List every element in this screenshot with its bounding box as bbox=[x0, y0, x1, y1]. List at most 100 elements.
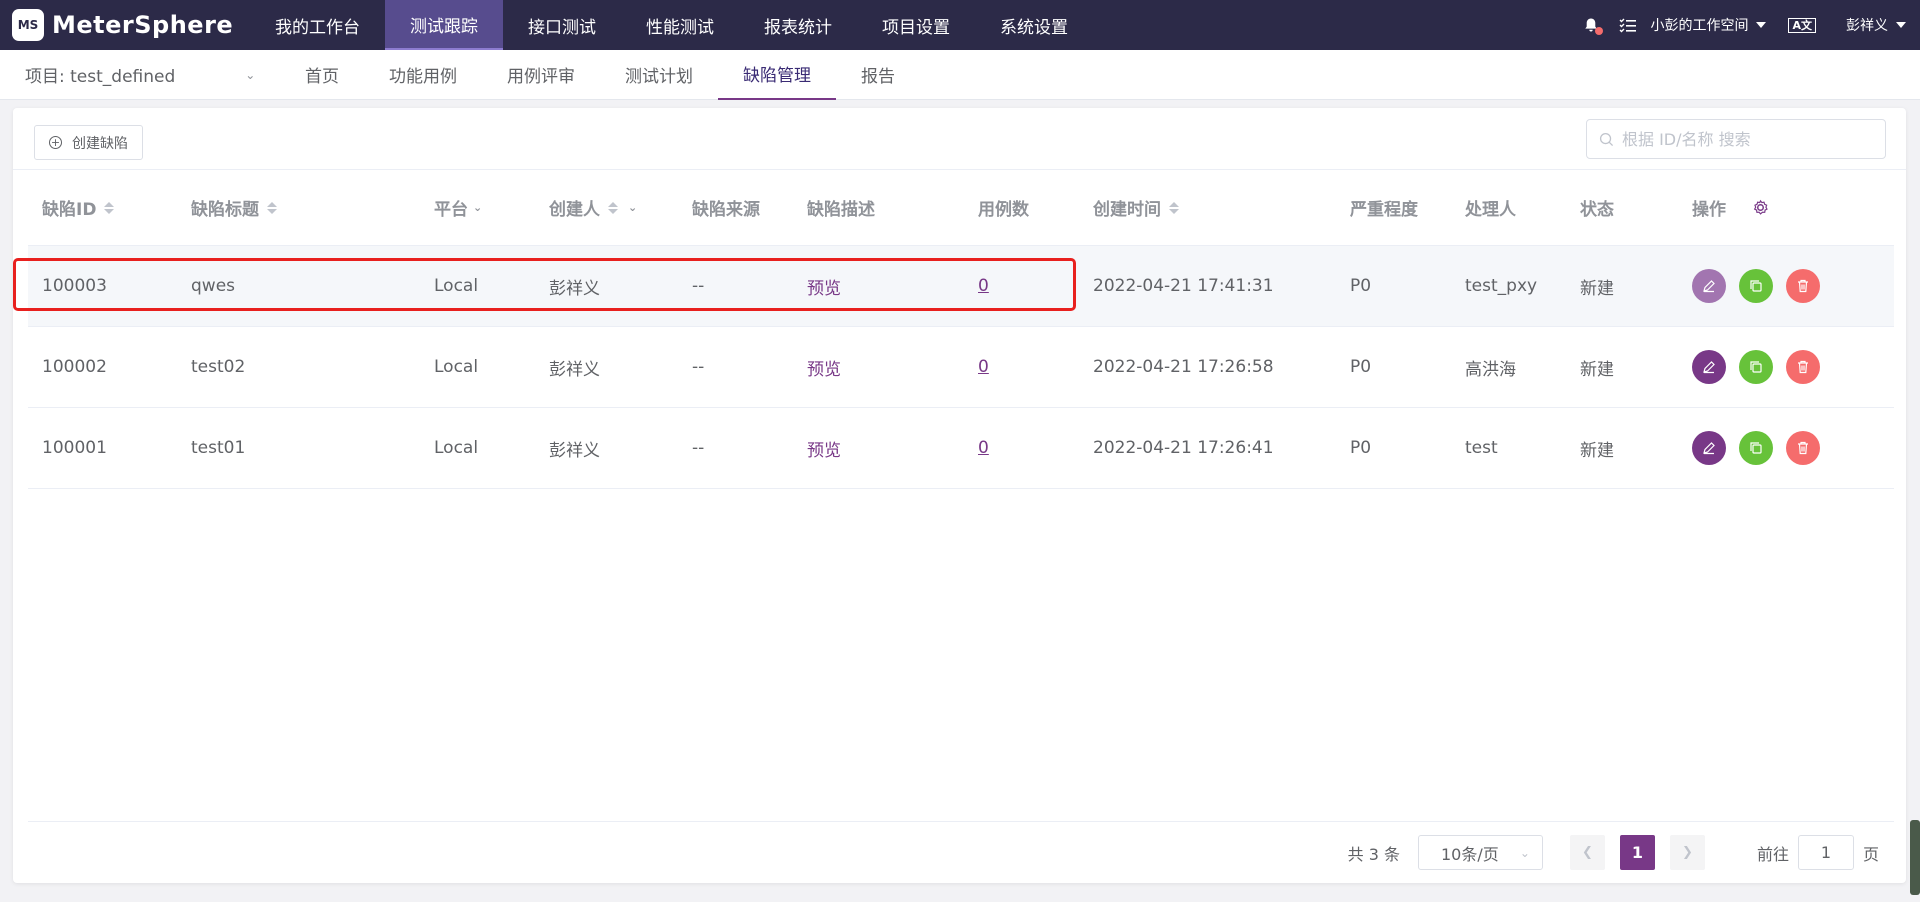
trash-icon bbox=[1798, 279, 1808, 293]
chevron-left-icon: ❮ bbox=[1582, 845, 1593, 860]
tab-home[interactable]: 首页 bbox=[280, 50, 364, 100]
next-page-button[interactable]: ❯ bbox=[1669, 835, 1705, 870]
goto-page: 前往 页 bbox=[1757, 835, 1879, 870]
cell-defect-title: qwes bbox=[191, 276, 236, 296]
header-right: 小彭的工作空间 A文 彭祥义 bbox=[1583, 0, 1920, 50]
tab-test-plan[interactable]: 测试计划 bbox=[600, 50, 718, 100]
task-list-icon[interactable] bbox=[1619, 18, 1637, 33]
goto-page-input[interactable] bbox=[1797, 835, 1854, 870]
col-defect-id[interactable]: 缺陷ID bbox=[28, 195, 177, 220]
tab-defect-management[interactable]: 缺陷管理 bbox=[718, 50, 836, 100]
cell-severity: P0 bbox=[1350, 276, 1372, 296]
pagination-total: 共 3 条 bbox=[1347, 844, 1400, 864]
copy-button[interactable] bbox=[1739, 350, 1773, 384]
user-menu[interactable]: 彭祥义 bbox=[1846, 15, 1906, 35]
cell-status: 新建 bbox=[1580, 359, 1614, 380]
notification-bell-icon[interactable] bbox=[1583, 17, 1604, 35]
main-nav-performance-test[interactable]: 性能测试 bbox=[621, 0, 739, 50]
table-row[interactable]: 100003 qwes Local 彭祥义 -- 预览 0 2022-04-21… bbox=[28, 246, 1894, 327]
cell-created-time: 2022-04-21 17:41:31 bbox=[1093, 276, 1274, 296]
main-nav: 我的工作台 测试跟踪 接口测试 性能测试 报表统计 项目设置 系统设置 bbox=[250, 0, 1093, 50]
edit-button[interactable] bbox=[1692, 431, 1726, 465]
cell-case-count: 0 bbox=[964, 438, 1079, 458]
tab-case-review[interactable]: 用例评审 bbox=[482, 50, 600, 100]
edit-button[interactable] bbox=[1692, 350, 1726, 384]
top-header: MS MeterSphere 我的工作台 测试跟踪 接口测试 性能测试 报表统计… bbox=[0, 0, 1920, 50]
tab-functional-cases[interactable]: 功能用例 bbox=[364, 50, 482, 100]
app-logo[interactable]: MS MeterSphere bbox=[0, 0, 250, 50]
cell-creator: 彭祥义 bbox=[549, 359, 600, 380]
col-defect-description: 缺陷描述 bbox=[807, 200, 875, 220]
col-created-time[interactable]: 创建时间 bbox=[1079, 195, 1336, 220]
delete-button[interactable] bbox=[1786, 269, 1820, 303]
col-case-count: 用例数 bbox=[978, 200, 1029, 220]
table-header: 缺陷ID 缺陷标题 平台 ⌄ 创建人 ⌄ 缺陷来源 缺陷描述 用例数 创建时间 严重… bbox=[28, 170, 1894, 246]
sort-icon[interactable] bbox=[267, 201, 277, 214]
copy-button[interactable] bbox=[1739, 431, 1773, 465]
copy-icon bbox=[1750, 442, 1762, 454]
case-count-link[interactable]: 0 bbox=[978, 276, 989, 296]
cell-operations bbox=[1678, 431, 1894, 465]
create-defect-button[interactable]: + 创建缺陷 bbox=[34, 125, 143, 160]
edit-icon bbox=[1703, 361, 1715, 374]
gear-icon[interactable] bbox=[1752, 199, 1769, 216]
edit-button[interactable] bbox=[1692, 269, 1726, 303]
main-nav-project-settings[interactable]: 项目设置 bbox=[857, 0, 975, 50]
project-select[interactable]: 项目: test_defined ⌄ bbox=[0, 62, 270, 87]
preview-link[interactable]: 预览 bbox=[807, 360, 841, 380]
prev-page-button[interactable]: ❮ bbox=[1569, 835, 1605, 870]
sort-icon[interactable] bbox=[1169, 201, 1179, 214]
workspace-switcher[interactable]: 小彭的工作空间 bbox=[1650, 15, 1767, 35]
col-defect-title[interactable]: 缺陷标题 bbox=[177, 195, 420, 220]
cell-status: 新建 bbox=[1580, 440, 1614, 461]
sort-icon[interactable] bbox=[608, 201, 618, 214]
side-widget-handle[interactable] bbox=[1910, 820, 1920, 895]
col-platform[interactable]: 平台 ⌄ bbox=[420, 195, 535, 220]
filter-chevron-icon[interactable]: ⌄ bbox=[628, 201, 637, 214]
user-name: 彭祥义 bbox=[1846, 18, 1888, 34]
cell-handler: 高洪海 bbox=[1465, 359, 1516, 380]
main-nav-test-track[interactable]: 测试跟踪 bbox=[385, 0, 503, 50]
tab-report[interactable]: 报告 bbox=[836, 50, 920, 100]
card-toolbar: + 创建缺陷 bbox=[13, 108, 1906, 170]
search-input[interactable] bbox=[1622, 129, 1872, 149]
project-select-label: 项目: test_defined bbox=[25, 67, 176, 87]
main-nav-workbench[interactable]: 我的工作台 bbox=[250, 0, 385, 50]
col-creator[interactable]: 创建人 ⌄ bbox=[535, 195, 678, 220]
cell-defect-id: 100003 bbox=[42, 276, 107, 296]
main-nav-system-settings[interactable]: 系统设置 bbox=[975, 0, 1093, 50]
main-nav-report-stats[interactable]: 报表统计 bbox=[739, 0, 857, 50]
case-count-link[interactable]: 0 bbox=[978, 438, 989, 458]
cell-source: -- bbox=[692, 357, 705, 377]
main-nav-api-test[interactable]: 接口测试 bbox=[503, 0, 621, 50]
page-size-select[interactable]: 10条/页 ⌄ bbox=[1417, 835, 1543, 870]
col-handler: 处理人 bbox=[1465, 200, 1516, 220]
cell-handler: test bbox=[1465, 438, 1498, 458]
page-number-button[interactable]: 1 bbox=[1619, 835, 1655, 870]
pagination: 共 3 条 10条/页 ⌄ ❮ 1 ❯ 前往 页 bbox=[28, 821, 1894, 883]
search-icon bbox=[1599, 132, 1614, 146]
delete-button[interactable] bbox=[1786, 431, 1820, 465]
preview-link[interactable]: 预览 bbox=[807, 279, 841, 299]
cell-created-time: 2022-04-21 17:26:41 bbox=[1093, 438, 1274, 458]
cell-creator: 彭祥义 bbox=[549, 440, 600, 461]
col-status: 状态 bbox=[1580, 200, 1614, 220]
cell-platform: Local bbox=[434, 438, 479, 458]
cell-description: 预览 bbox=[793, 436, 964, 461]
defect-table: 缺陷ID 缺陷标题 平台 ⌄ 创建人 ⌄ 缺陷来源 缺陷描述 用例数 创建时间 严重… bbox=[28, 170, 1894, 489]
delete-button[interactable] bbox=[1786, 350, 1820, 384]
table-row[interactable]: 100002 test02 Local 彭祥义 -- 预览 0 2022-04-… bbox=[28, 327, 1894, 408]
table-row[interactable]: 100001 test01 Local 彭祥义 -- 预览 0 2022-04-… bbox=[28, 408, 1894, 489]
cell-description: 预览 bbox=[793, 274, 964, 299]
copy-icon bbox=[1750, 361, 1762, 373]
language-switch-icon[interactable]: A文 bbox=[1788, 17, 1816, 33]
cell-platform: Local bbox=[434, 276, 479, 296]
edit-icon bbox=[1703, 442, 1715, 455]
cell-status: 新建 bbox=[1580, 278, 1614, 299]
sort-icon[interactable] bbox=[104, 201, 115, 214]
case-count-link[interactable]: 0 bbox=[978, 357, 989, 377]
filter-chevron-icon[interactable]: ⌄ bbox=[473, 201, 482, 214]
preview-link[interactable]: 预览 bbox=[807, 441, 841, 461]
goto-label: 前往 bbox=[1756, 844, 1789, 864]
copy-button[interactable] bbox=[1739, 269, 1773, 303]
